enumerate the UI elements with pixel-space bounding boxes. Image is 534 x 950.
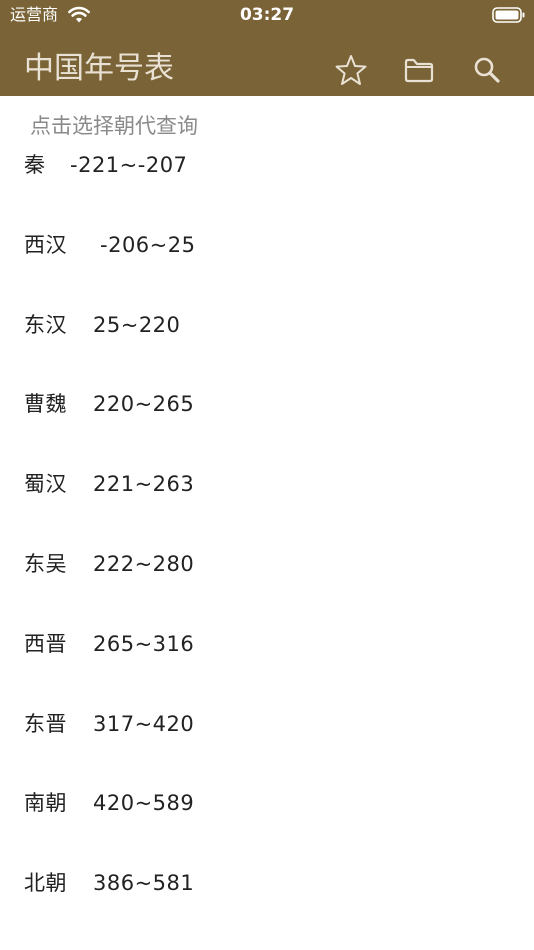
search-icon bbox=[472, 55, 502, 85]
dynasty-years: 220~265 bbox=[93, 392, 195, 417]
dynasty-name: 秦 bbox=[24, 153, 46, 177]
status-bar: 运营商 03:27 bbox=[0, 0, 534, 30]
dynasty-name: 曹魏 bbox=[24, 392, 67, 417]
dynasty-years: -221~-207 bbox=[70, 153, 188, 177]
dynasty-row-southern-dynasties[interactable]: 南朝 420~589 bbox=[0, 764, 534, 844]
dynasty-name: 北朝 bbox=[24, 871, 67, 896]
dynasty-name: 蜀汉 bbox=[24, 472, 67, 497]
page-title: 中国年号表 bbox=[24, 51, 174, 86]
search-button[interactable] bbox=[469, 52, 505, 88]
dynasty-name: 西晋 bbox=[24, 631, 67, 656]
dynasty-years: -206~25 bbox=[100, 232, 196, 257]
star-icon bbox=[334, 53, 368, 87]
dynasty-row-eastern-jin[interactable]: 东晋 317~420 bbox=[0, 685, 534, 765]
dynasty-row-shu-han[interactable]: 蜀汉 221~263 bbox=[0, 445, 534, 525]
status-time: 03:27 bbox=[239, 5, 295, 25]
dynasty-years: 222~280 bbox=[93, 551, 195, 576]
dynasty-row-eastern-wu[interactable]: 东吴 222~280 bbox=[0, 525, 534, 605]
dynasty-name: 东汉 bbox=[24, 312, 67, 337]
dynasty-years: 420~589 bbox=[93, 791, 195, 816]
dynasty-list: 秦 -221~-207 西汉 -206~25 东汉 25~220 曹魏 220~… bbox=[0, 126, 534, 924]
battery-icon bbox=[492, 7, 526, 23]
app-header: 运营商 03:27 中国年号表 bbox=[0, 0, 534, 96]
dynasty-row-eastern-han[interactable]: 东汉 25~220 bbox=[0, 286, 534, 366]
folder-button[interactable] bbox=[401, 52, 437, 88]
dynasty-name: 东吴 bbox=[24, 551, 67, 576]
dynasty-name: 南朝 bbox=[24, 791, 67, 816]
dynasty-name: 西汉 bbox=[24, 232, 67, 257]
dynasty-years: 317~420 bbox=[93, 711, 195, 736]
folder-icon bbox=[403, 56, 435, 84]
dynasty-years: 386~581 bbox=[93, 871, 195, 896]
favorites-button[interactable] bbox=[333, 52, 369, 88]
dynasty-row-western-jin[interactable]: 西晋 265~316 bbox=[0, 605, 534, 685]
dynasty-years: 25~220 bbox=[93, 312, 181, 337]
navigation-bar: 中国年号表 bbox=[0, 40, 534, 96]
dynasty-row-qin[interactable]: 秦 -221~-207 bbox=[0, 126, 534, 206]
dynasty-row-northern-dynasties[interactable]: 北朝 386~581 bbox=[0, 844, 534, 924]
dynasty-years: 221~263 bbox=[93, 472, 195, 497]
dynasty-years: 265~316 bbox=[93, 631, 195, 656]
dynasty-row-cao-wei[interactable]: 曹魏 220~265 bbox=[0, 365, 534, 445]
dynasty-row-western-han[interactable]: 西汉 -206~25 bbox=[0, 206, 534, 286]
dynasty-name: 东晋 bbox=[24, 711, 67, 736]
